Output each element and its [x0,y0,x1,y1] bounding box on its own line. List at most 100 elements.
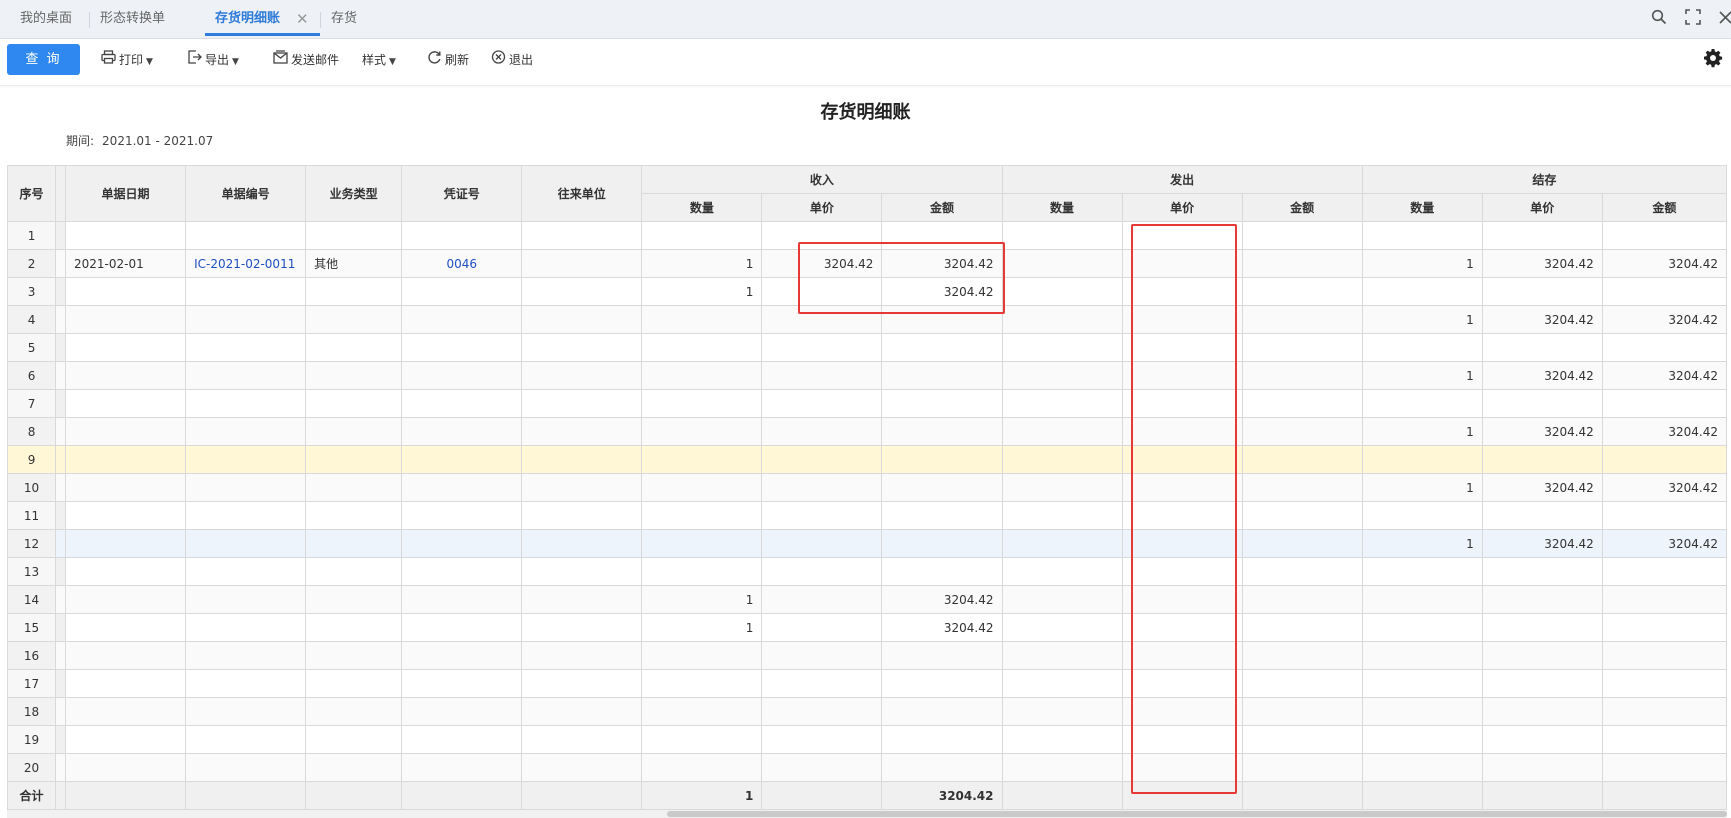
header-out-qty[interactable]: 数量 [1001,193,1123,222]
cell-voucher[interactable] [401,501,523,530]
header-biz-type[interactable]: 业务类型 [305,165,403,222]
cell-doc-no[interactable] [185,697,307,726]
table-row[interactable]: 1 [6,221,1728,250]
send-email-button[interactable]: 发送邮件 [272,50,339,70]
header-doc-no[interactable]: 单据编号 [185,165,307,222]
header-bal-amount[interactable]: 金额 [1601,193,1728,222]
tab-inventory[interactable]: 存货 [331,0,357,36]
cell-out-price [1121,249,1243,278]
table-row[interactable]: 13 [6,557,1728,586]
cell-doc-no[interactable] [185,725,307,754]
cell-voucher[interactable] [401,445,523,474]
table-row[interactable]: 9 [6,445,1728,474]
table-row[interactable]: 10 1 3204.42 3204.42 [6,473,1728,502]
cell-voucher[interactable] [401,669,523,698]
cell-voucher[interactable] [401,753,523,782]
cell-doc-no[interactable] [185,613,307,642]
cell-doc-no[interactable] [185,221,307,250]
horizontal-scrollbar[interactable] [7,810,1727,818]
cell-doc-no[interactable] [185,277,307,306]
cell-gap [55,221,67,250]
cell-doc-no[interactable] [185,557,307,586]
cell-voucher[interactable] [401,529,523,558]
cell-voucher[interactable] [401,473,523,502]
table-row[interactable]: 11 [6,501,1728,530]
gear-icon[interactable] [1703,48,1723,73]
exit-button[interactable]: 退出 [490,50,533,70]
header-date[interactable]: 单据日期 [65,165,187,222]
table-row[interactable]: 17 [6,669,1728,698]
cell-doc-no[interactable] [185,529,307,558]
header-in-qty[interactable]: 数量 [641,193,763,222]
cell-voucher[interactable] [401,417,523,446]
header-in-price[interactable]: 单价 [761,193,883,222]
cell-voucher[interactable] [401,305,523,334]
cell-voucher[interactable] [401,725,523,754]
cell-voucher[interactable] [401,389,523,418]
header-bal-qty[interactable]: 数量 [1361,193,1483,222]
cell-in-amount [881,725,1003,754]
table-row[interactable]: 18 [6,697,1728,726]
cell-out-price [1121,445,1243,474]
cell-voucher[interactable] [401,361,523,390]
cell-bal-price: 3204.42 [1481,249,1603,278]
cell-doc-no[interactable]: IC-2021-02-0011 [185,249,307,278]
cell-doc-no[interactable] [185,585,307,614]
table-row[interactable]: 12 1 3204.42 3204.42 [6,529,1728,558]
table-row[interactable]: 16 [6,641,1728,670]
export-button[interactable]: 导出 ▼ [186,50,239,70]
cell-doc-no[interactable] [185,501,307,530]
header-partner[interactable]: 往来单位 [521,165,643,222]
header-in-amount[interactable]: 金额 [881,193,1003,222]
header-bal-price[interactable]: 单价 [1481,193,1603,222]
close-icon[interactable] [1716,9,1731,27]
cell-voucher[interactable] [401,333,523,362]
table-row[interactable]: 14 1 3204.42 [6,585,1728,614]
header-out-amount[interactable]: 金额 [1241,193,1363,222]
cell-doc-no[interactable] [185,305,307,334]
table-row[interactable]: 2 2021-02-01 IC-2021-02-0011 其他 0046 1 3204.42… [6,249,1728,278]
cell-voucher[interactable]: 0046 [401,249,523,278]
cell-out-amount [1241,557,1363,586]
header-voucher[interactable]: 凭证号 [401,165,523,222]
cell-in-amount [881,641,1003,670]
cell-doc-no[interactable] [185,389,307,418]
header-seq[interactable]: 序号 [6,165,57,222]
table-row[interactable]: 3 1 3204.42 [6,277,1728,306]
cell-voucher[interactable] [401,557,523,586]
table-row[interactable]: 19 [6,725,1728,754]
table-row[interactable]: 7 [6,389,1728,418]
tab-my-desktop[interactable]: 我的桌面 [20,0,72,36]
tab-form-conversion[interactable]: 形态转换单 [100,0,165,36]
cell-doc-no[interactable] [185,333,307,362]
cell-voucher[interactable] [401,697,523,726]
cell-voucher[interactable] [401,641,523,670]
cell-doc-no[interactable] [185,473,307,502]
table-row[interactable]: 4 1 3204.42 3204.42 [6,305,1728,334]
style-button[interactable]: 样式 ▼ [362,50,396,70]
cell-doc-no[interactable] [185,361,307,390]
fullscreen-icon[interactable] [1684,9,1702,27]
tab-inventory-ledger[interactable]: 存货明细账 [215,0,280,36]
table-row[interactable]: 5 [6,333,1728,362]
table-row[interactable]: 15 1 3204.42 [6,613,1728,642]
cell-gap [55,753,67,782]
table-row[interactable]: 20 [6,753,1728,782]
cell-doc-no[interactable] [185,753,307,782]
cell-voucher[interactable] [401,585,523,614]
scrollbar-thumb[interactable] [667,811,1727,817]
cell-doc-no[interactable] [185,669,307,698]
header-out-price[interactable]: 单价 [1121,193,1243,222]
cell-voucher[interactable] [401,613,523,642]
cell-doc-no[interactable] [185,641,307,670]
cell-doc-no[interactable] [185,417,307,446]
query-button[interactable]: 查 询 [7,44,80,75]
cell-voucher[interactable] [401,221,523,250]
refresh-button[interactable]: 刷新 [426,50,469,70]
search-icon[interactable] [1650,9,1668,27]
cell-doc-no[interactable] [185,445,307,474]
print-button[interactable]: 打印 ▼ [100,50,153,70]
table-row[interactable]: 6 1 3204.42 3204.42 [6,361,1728,390]
table-row[interactable]: 8 1 3204.42 3204.42 [6,417,1728,446]
cell-voucher[interactable] [401,277,523,306]
